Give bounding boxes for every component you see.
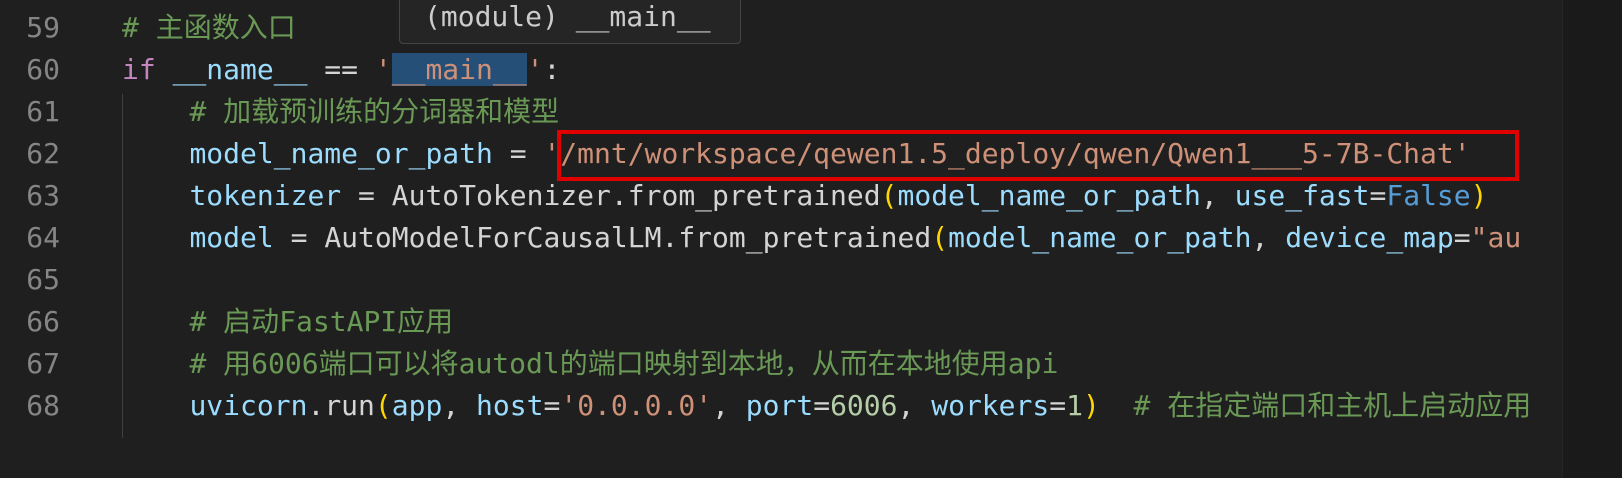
quote: ' xyxy=(526,53,544,86)
dot: . xyxy=(610,179,628,212)
comment: # 在指定端口和主机上启动应用 xyxy=(1133,389,1532,422)
minimap-strip[interactable] xyxy=(1562,0,1622,478)
comma: , xyxy=(1251,221,1269,254)
comment: # 加载预训练的分词器和模型 xyxy=(189,95,560,128)
code-line-66[interactable]: 66 # 启动FastAPI应用 xyxy=(0,300,1562,343)
comma: , xyxy=(897,389,915,422)
operator: = xyxy=(509,137,527,170)
colon: : xyxy=(543,53,561,86)
equals: = xyxy=(1453,221,1471,254)
argument: app xyxy=(391,389,443,422)
function-name: from_pretrained xyxy=(627,179,881,212)
code-line-68[interactable]: 68 uvicorn.run(app, host='0.0.0.0', port… xyxy=(0,384,1562,427)
equals: = xyxy=(1049,389,1067,422)
keyword-argument: host xyxy=(476,389,544,422)
line-number: 65 xyxy=(26,263,60,296)
line-number: 68 xyxy=(26,389,60,422)
code-line-60[interactable]: 60 if __name__ == '__main__': xyxy=(0,48,1562,91)
number: 6006 xyxy=(830,389,898,422)
variable: model_name_or_path xyxy=(189,137,493,170)
code-line-67[interactable]: 67 # 用6006端口可以将autodl的端口映射到本地，从而在本地使用api xyxy=(0,342,1562,385)
keyword-argument: device_map xyxy=(1285,221,1454,254)
keyword-if: if xyxy=(122,53,156,86)
number: 1 xyxy=(1066,389,1083,422)
line-number: 62 xyxy=(26,137,60,170)
equals: = xyxy=(813,389,831,422)
code-text[interactable]: uvicorn.run(app, host='0.0.0.0', port=60… xyxy=(122,384,1531,427)
paren: ) xyxy=(1082,389,1100,422)
comment: # 用6006端口可以将autodl的端口映射到本地，从而在本地使用api xyxy=(189,347,1059,380)
dot: . xyxy=(661,221,679,254)
line-number: 61 xyxy=(26,95,60,128)
boolean: False xyxy=(1386,179,1471,212)
paren: ) xyxy=(1470,179,1488,212)
class-name: AutoTokenizer xyxy=(391,179,611,212)
comma: , xyxy=(442,389,460,422)
dot: . xyxy=(307,389,325,422)
keyword-argument: port xyxy=(745,389,814,422)
variable: uvicorn xyxy=(189,389,308,422)
line-number: 64 xyxy=(26,221,60,254)
function-name: from_pretrained xyxy=(678,221,932,254)
code-line-64[interactable]: 64 model = AutoModelForCausalLM.from_pre… xyxy=(0,216,1562,259)
operator: = xyxy=(290,221,308,254)
string-truncated: "au xyxy=(1470,221,1522,254)
variable-name: __name__ xyxy=(172,53,308,86)
highlight-box xyxy=(557,130,1519,181)
function-name: run xyxy=(324,389,375,422)
code-text[interactable]: # 启动FastAPI应用 xyxy=(122,300,453,343)
variable: model xyxy=(189,221,274,254)
code-line-59[interactable]: 59 # 主函数入口 xyxy=(0,6,1562,49)
line-number: 60 xyxy=(26,53,60,86)
keyword-argument: workers xyxy=(931,389,1050,422)
line-number: 67 xyxy=(26,347,60,380)
code-line-61[interactable]: 61 # 加载预训练的分词器和模型 xyxy=(0,90,1562,133)
argument: model_name_or_path xyxy=(948,221,1252,254)
class-name: AutoModelForCausalLM xyxy=(324,221,662,254)
equals: = xyxy=(1369,179,1387,212)
code-line-65[interactable]: 65 xyxy=(0,258,1562,301)
code-text[interactable]: if __name__ == '__main__': xyxy=(122,48,560,91)
line-number: 66 xyxy=(26,305,60,338)
comma: , xyxy=(1200,179,1218,212)
line-number: 59 xyxy=(26,11,60,44)
code-editor[interactable]: 59 # 主函数入口 60 if __name__ == '__main__':… xyxy=(0,0,1562,478)
code-text[interactable]: # 主函数入口 xyxy=(122,6,296,49)
comment: # 启动FastAPI应用 xyxy=(189,305,454,338)
code-text[interactable]: # 加载预训练的分词器和模型 xyxy=(122,90,559,133)
operator: = xyxy=(358,179,375,212)
paren: ( xyxy=(931,221,949,254)
code-text[interactable]: model = AutoModelForCausalLM.from_pretra… xyxy=(122,216,1521,259)
keyword-argument: use_fast xyxy=(1234,179,1370,212)
operator: == xyxy=(324,53,359,86)
hover-tooltip: (module) __main__ xyxy=(399,0,741,44)
highlighted-string: __main__ xyxy=(391,53,527,86)
quote: ' xyxy=(374,53,392,86)
comma: , xyxy=(712,389,729,422)
comment: # 主函数入口 xyxy=(122,11,296,44)
argument: model_name_or_path xyxy=(897,179,1201,212)
code-text[interactable]: # 用6006端口可以将autodl的端口映射到本地，从而在本地使用api xyxy=(122,342,1058,385)
string: '0.0.0.0' xyxy=(560,389,713,422)
equals: = xyxy=(543,389,561,422)
line-number: 63 xyxy=(26,179,60,212)
variable: tokenizer xyxy=(189,179,342,212)
paren: ( xyxy=(374,389,392,422)
paren: ( xyxy=(880,179,898,212)
